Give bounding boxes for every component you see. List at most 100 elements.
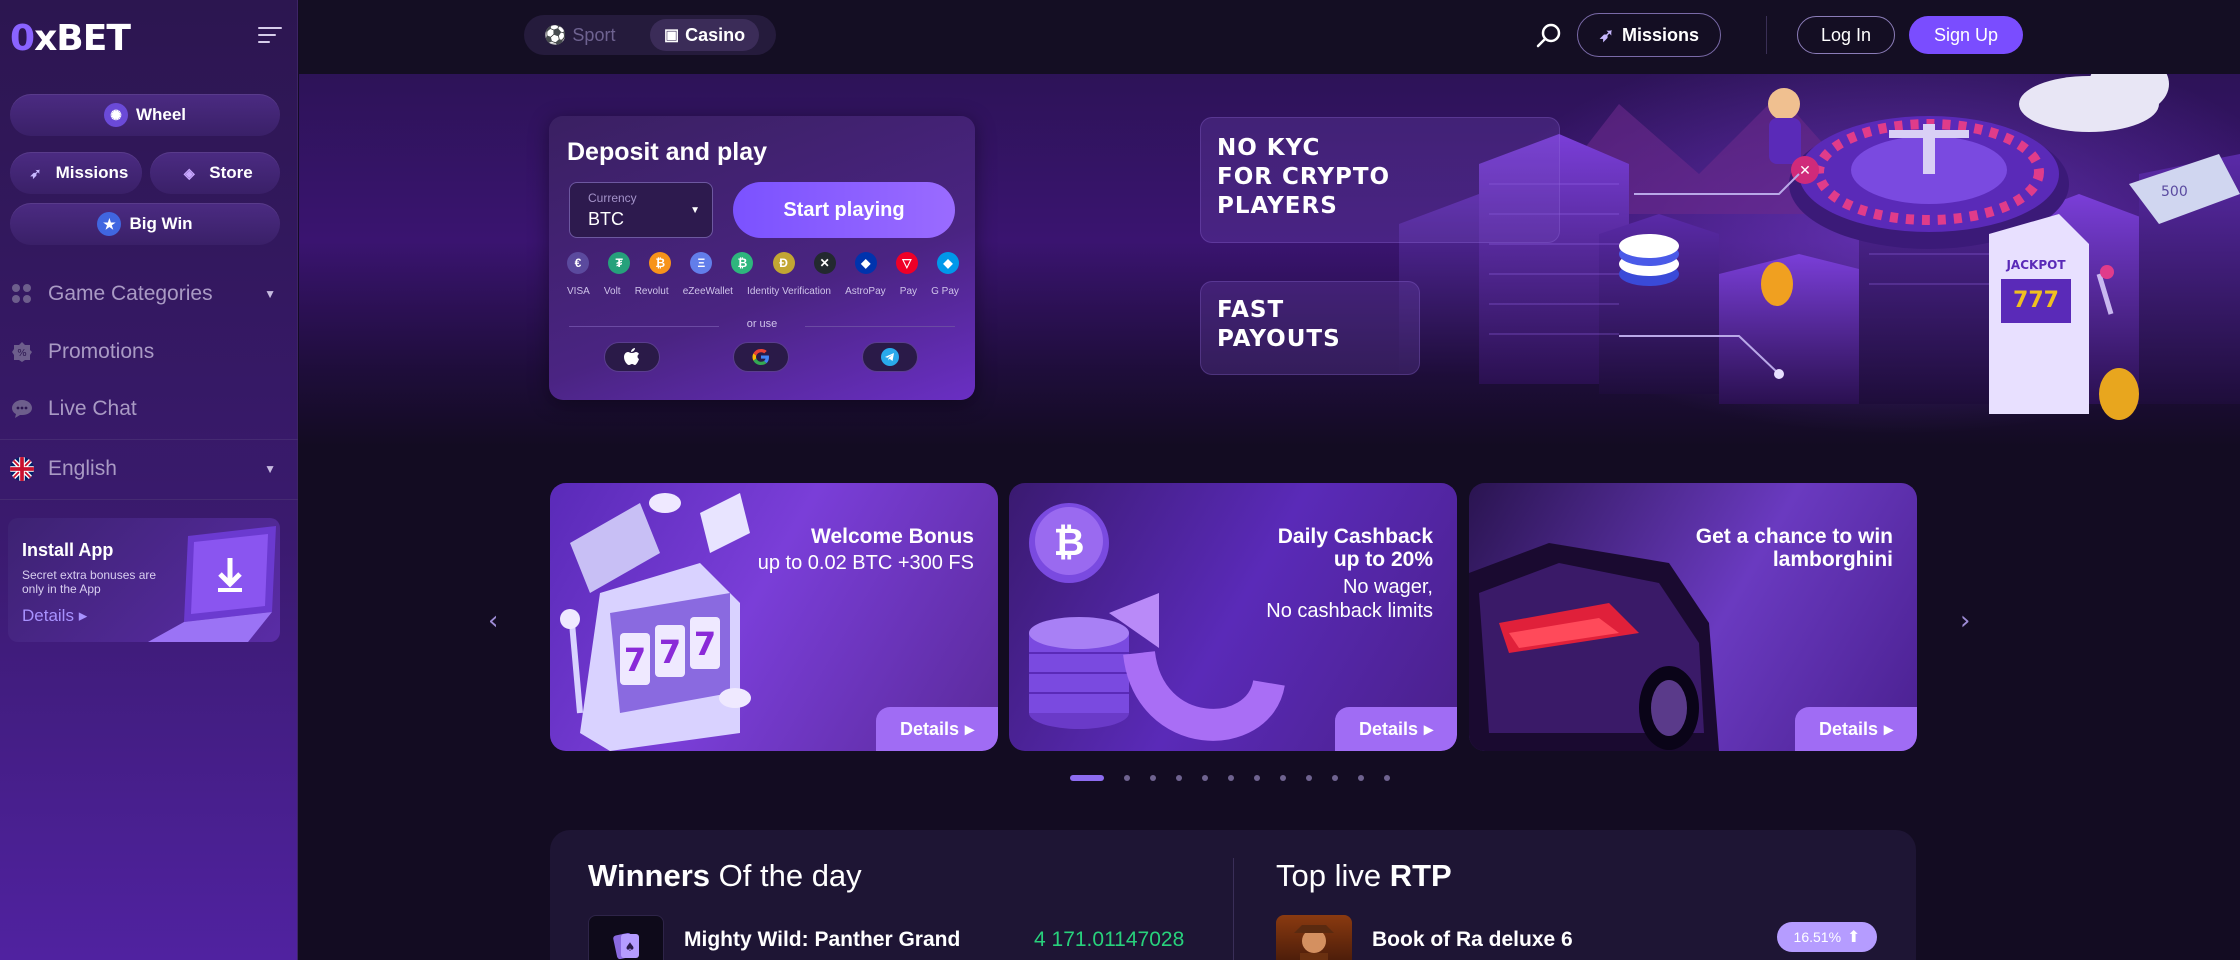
search-icon[interactable] [1535,22,1563,50]
winner-game-name[interactable]: Mighty Wild: Panther Grand [684,928,960,952]
chevron-down-icon: ▼ [690,205,700,216]
card-subtitle: up to 0.02 BTC +300 FS [757,552,974,574]
deposit-panel: Deposit and play Currency BTC ▼ Start pl… [549,116,975,400]
signup-button[interactable]: Sign Up [1909,16,2023,54]
cards-icon: ♠ [613,932,639,960]
winners-title: Winners Of the day [588,858,862,893]
fast-payouts-text: FAST PAYOUTS [1217,297,1341,352]
card-title: Get a chance to win lamborghini [1695,525,1893,571]
card-subtitle: No wager, No cashback limits [1266,576,1433,622]
crypto-coin-icon: Ð [772,252,795,274]
install-app-card[interactable]: Install App Secret extra bonuses are onl… [8,518,280,642]
divider [1766,16,1767,54]
crypto-coin-icon: ◆ [854,252,877,274]
svg-text:₿: ₿ [1054,520,1085,564]
rtp-badge: 16.51% ⬆ [1777,922,1877,952]
no-kyc-text: NO KYC FOR CRYPTO PLAYERS [1217,135,1391,219]
start-playing-button[interactable]: Start playing [733,182,955,238]
slot-machine-icon: ▣ [664,27,680,44]
soccer-ball-icon: ⚽ [544,24,567,45]
carousel-dot[interactable] [1228,775,1234,781]
google-login-button[interactable] [733,342,789,372]
payment-method-logo: Volt [603,286,621,297]
daily-cashback-card[interactable]: ₿ Daily Cashback up to 20% No wager, No ca… [1009,483,1457,751]
svg-text:7: 7 [659,633,681,671]
deposit-title: Deposit and play [567,138,768,166]
big-win-icon: ★ [97,212,122,236]
tab-sport[interactable]: ⚽ Sport [530,19,629,51]
carousel-dot[interactable] [1202,775,1208,781]
payment-method-logo: G Pay [931,286,959,297]
carousel-dot[interactable] [1124,775,1130,781]
carousel-next-arrow[interactable]: › [1960,606,1970,636]
carousel-prev-arrow[interactable]: ‹ [488,606,498,636]
chevron-down-icon: ▼ [264,462,276,476]
rocket-icon: ➶ [29,164,42,181]
crypto-coins-row: € ₮ ₿ Ξ ₿ Ð ✕ ◆ ▽ ◆ [567,252,959,276]
crypto-coin-icon: ₮ [608,252,631,274]
chat-icon [10,397,34,421]
tab-casino[interactable]: ▣ Casino [650,19,760,51]
carousel-dot[interactable] [1176,775,1182,781]
logo[interactable]: 0xBET [10,18,131,59]
apple-login-button[interactable] [604,342,660,372]
carousel-dot[interactable] [1254,775,1260,781]
laptop-download-icon [148,526,276,642]
divider [805,326,955,327]
sport-casino-switch: ⚽ Sport ▣ Casino [524,15,776,55]
divider [0,439,298,440]
nav-game-categories[interactable]: Game Categories ▼ [10,272,288,316]
carousel-dot[interactable] [1384,775,1390,781]
svg-text:7: 7 [624,641,646,679]
rtp-game-name[interactable]: Book of Ra deluxe 6 [1372,928,1573,952]
carousel-dot[interactable] [1150,775,1156,781]
winner-amount: 4 171.01147028 [1034,928,1185,951]
missions-button[interactable]: ➶ Missions [1577,13,1721,57]
arrow-right-icon: ▸ [1423,718,1434,739]
card-title: Daily Cashback up to 20% [1277,525,1433,571]
big-win-button[interactable]: ★ Big Win [10,203,280,245]
apple-icon [624,348,639,365]
missions-sidebar-button[interactable]: ➶ Missions [10,152,142,194]
store-box-icon: ◈ [183,164,195,181]
svg-text:♠: ♠ [625,940,636,954]
nav-live-chat[interactable]: Live Chat [10,387,288,431]
arrow-right-icon: ▸ [964,718,975,739]
rtp-title: Top live RTP [1276,858,1452,893]
login-button[interactable]: Log In [1797,16,1895,54]
wheel-button[interactable]: ✺ Wheel [10,94,280,136]
carousel-dot[interactable] [1306,775,1312,781]
install-details-link[interactable]: Details ▸ [22,606,87,626]
nav-promotions[interactable]: % Promotions [10,330,288,374]
card-title: Welcome Bonus [811,525,974,548]
card-details-button[interactable]: Details ▸ [1795,707,1917,751]
wheel-icon: ✺ [103,103,128,127]
winners-panel: Winners Of the day ♠ Mighty Wild: Panthe… [550,830,1916,960]
payment-method-logo: Pay [899,286,918,297]
top-bar: ⚽ Sport ▣ Casino ➶ Missions Log In Sign … [299,0,2240,74]
promo-badge-icon: % [10,340,34,364]
arrow-right-icon: ▸ [1883,718,1894,739]
game-thumbnail[interactable] [1276,915,1352,960]
carousel-dot[interactable] [1070,775,1104,781]
svg-text:500: 500 [2161,184,2188,200]
nav-language[interactable]: English ▼ [10,447,288,491]
lamborghini-card[interactable]: Get a chance to win lamborghini Details ▸ [1469,483,1917,751]
carousel-dot[interactable] [1358,775,1364,781]
card-details-button[interactable]: Details ▸ [876,707,998,751]
payment-method-logo: eZeeWallet [682,286,733,297]
store-button[interactable]: ◈ Store [150,152,280,194]
welcome-bonus-card[interactable]: 7 7 7 Welcome Bonus up to 0.02 BTC +300 … [550,483,998,751]
crypto-coin-icon: ₿ [731,252,754,274]
carousel-dot[interactable] [1280,775,1286,781]
grid-icon [10,282,34,306]
chevron-down-icon: ▼ [264,287,276,301]
menu-toggle-icon[interactable] [258,27,284,47]
game-thumbnail[interactable]: ♠ [588,915,664,960]
crypto-coin-icon: ◆ [936,252,959,274]
currency-select[interactable]: Currency BTC ▼ [569,182,713,238]
card-details-button[interactable]: Details ▸ [1335,707,1457,751]
crypto-coin-icon: ✕ [813,252,836,274]
carousel-dot[interactable] [1332,775,1338,781]
telegram-login-button[interactable] [862,342,918,372]
